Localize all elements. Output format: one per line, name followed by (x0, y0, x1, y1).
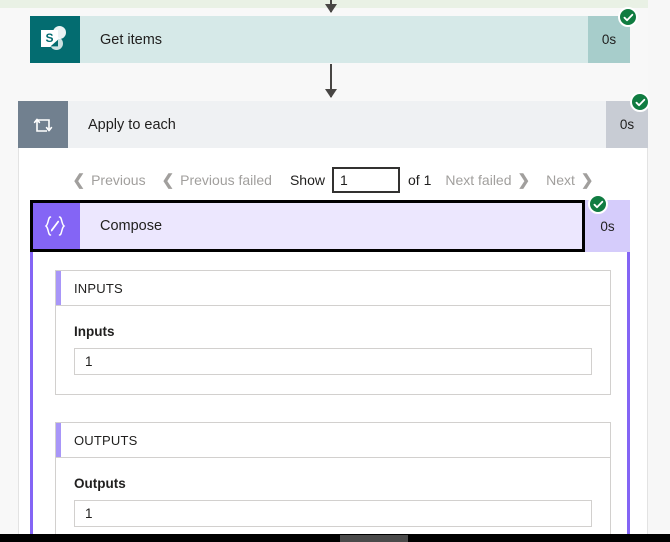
pager-of-label: of 1 (408, 172, 432, 188)
status-badge-success-compose (588, 194, 608, 214)
canvas-right-gutter (648, 8, 670, 534)
action-card-apply-to-each[interactable]: Apply to each 0s (18, 101, 648, 148)
outputs-field-value[interactable]: 1 (74, 500, 592, 527)
outputs-section: OUTPUTS Outputs 1 (55, 422, 611, 542)
action-card-compose[interactable]: Compose 0s (30, 200, 630, 252)
pager-previous-button[interactable]: ❮ Previous (65, 169, 154, 191)
outputs-field-label: Outputs (74, 476, 126, 491)
chevron-left-icon: ❮ (72, 171, 86, 189)
flow-run-canvas: S Get items 0s Apply to each 0s ❮ Previo… (0, 0, 670, 542)
action-card-get-items[interactable]: S Get items 0s (30, 16, 630, 63)
compose-action-group: Compose 0s INPUTS Inputs 1 OUTPUTS Outpu… (30, 200, 630, 542)
pager-previous-failed-label: Previous failed (180, 172, 272, 188)
pager-next-button[interactable]: Next ❯ (538, 169, 601, 191)
outputs-section-header: OUTPUTS (56, 423, 610, 458)
top-right-gutter (648, 0, 670, 8)
connector-arrow-middle (325, 64, 337, 98)
status-badge-success-apply-to-each (630, 92, 650, 112)
pager-next-failed-label: Next failed (445, 172, 512, 188)
chevron-left-icon: ❮ (161, 171, 175, 189)
loop-foreach-icon (18, 101, 68, 148)
inputs-field-value[interactable]: 1 (74, 348, 592, 375)
compose-braces-icon (30, 200, 80, 252)
chevron-right-icon: ❯ (517, 171, 531, 189)
pager-previous-label: Previous (91, 172, 146, 188)
inputs-section: INPUTS Inputs 1 (55, 270, 611, 395)
inputs-section-header: INPUTS (56, 271, 610, 306)
action-title-apply-to-each: Apply to each (88, 116, 176, 133)
pager-page-input[interactable] (332, 167, 400, 193)
action-title-compose: Compose (80, 200, 585, 252)
chevron-right-icon: ❯ (580, 171, 594, 189)
inputs-section-body: Inputs 1 (56, 306, 610, 375)
compose-detail-panel: INPUTS Inputs 1 OUTPUTS Outputs 1 (30, 252, 630, 542)
inputs-field-label: Inputs (74, 324, 115, 339)
sharepoint-icon: S (30, 16, 80, 63)
horizontal-scrollbar-thumb[interactable] (340, 535, 408, 542)
pager-next-failed-button[interactable]: Next failed ❯ (437, 169, 538, 191)
iteration-pager: ❮ Previous ❮ Previous failed Show of 1 N… (18, 162, 648, 198)
bottom-bar (0, 534, 670, 542)
pager-show-label: Show (289, 172, 325, 188)
connector-arrow-top (325, 0, 337, 13)
action-title-get-items: Get items (100, 31, 163, 48)
outputs-section-body: Outputs 1 (56, 458, 610, 527)
status-badge-success-get-items (618, 7, 638, 27)
pager-previous-failed-button[interactable]: ❮ Previous failed (154, 169, 280, 191)
pager-next-label: Next (546, 172, 575, 188)
